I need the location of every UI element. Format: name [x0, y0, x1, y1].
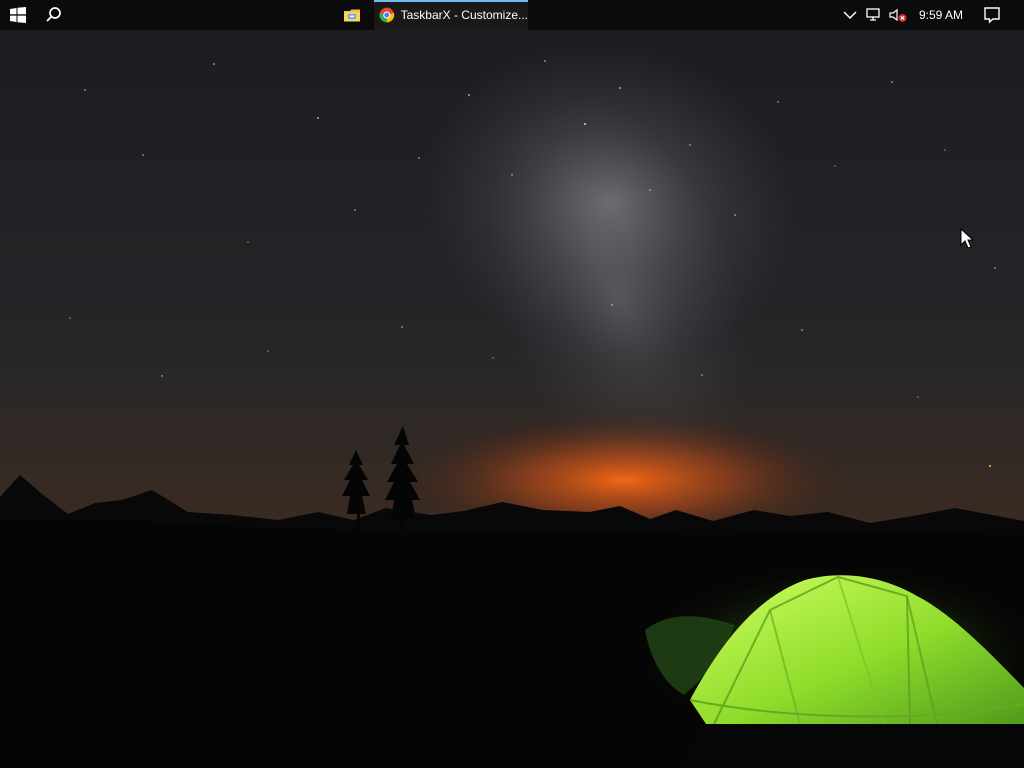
show-hidden-icons-button[interactable]: [840, 0, 860, 30]
windows-start-icon: [10, 7, 26, 23]
desktop-wallpaper: [0, 0, 1024, 768]
taskbar: TaskbarX - Customize... 9:59 AM: [0, 0, 1024, 30]
chevron-up-icon: [843, 11, 857, 20]
network-tray-button[interactable]: [862, 0, 884, 30]
chrome-icon: [379, 7, 395, 23]
search-icon: [46, 7, 61, 22]
start-button[interactable]: [0, 0, 36, 30]
volume-tray-button[interactable]: [886, 0, 910, 30]
folder-icon: [344, 9, 360, 22]
notification-icon: [984, 7, 1000, 24]
action-center-button[interactable]: [978, 0, 1006, 30]
volume-muted-icon: [889, 8, 907, 22]
desktop-screen: TaskbarX - Customize... 9:59 AM: [0, 0, 1024, 768]
search-button[interactable]: [38, 0, 70, 30]
network-icon: [866, 8, 880, 21]
chrome-window-title: TaskbarX - Customize...: [400, 8, 528, 22]
taskbar-clock[interactable]: 9:59 AM: [912, 0, 970, 30]
mouse-pointer-icon: [960, 228, 974, 249]
file-explorer-taskbar-button[interactable]: [338, 0, 366, 30]
chrome-taskbar-button[interactable]: TaskbarX - Customize...: [374, 0, 528, 30]
